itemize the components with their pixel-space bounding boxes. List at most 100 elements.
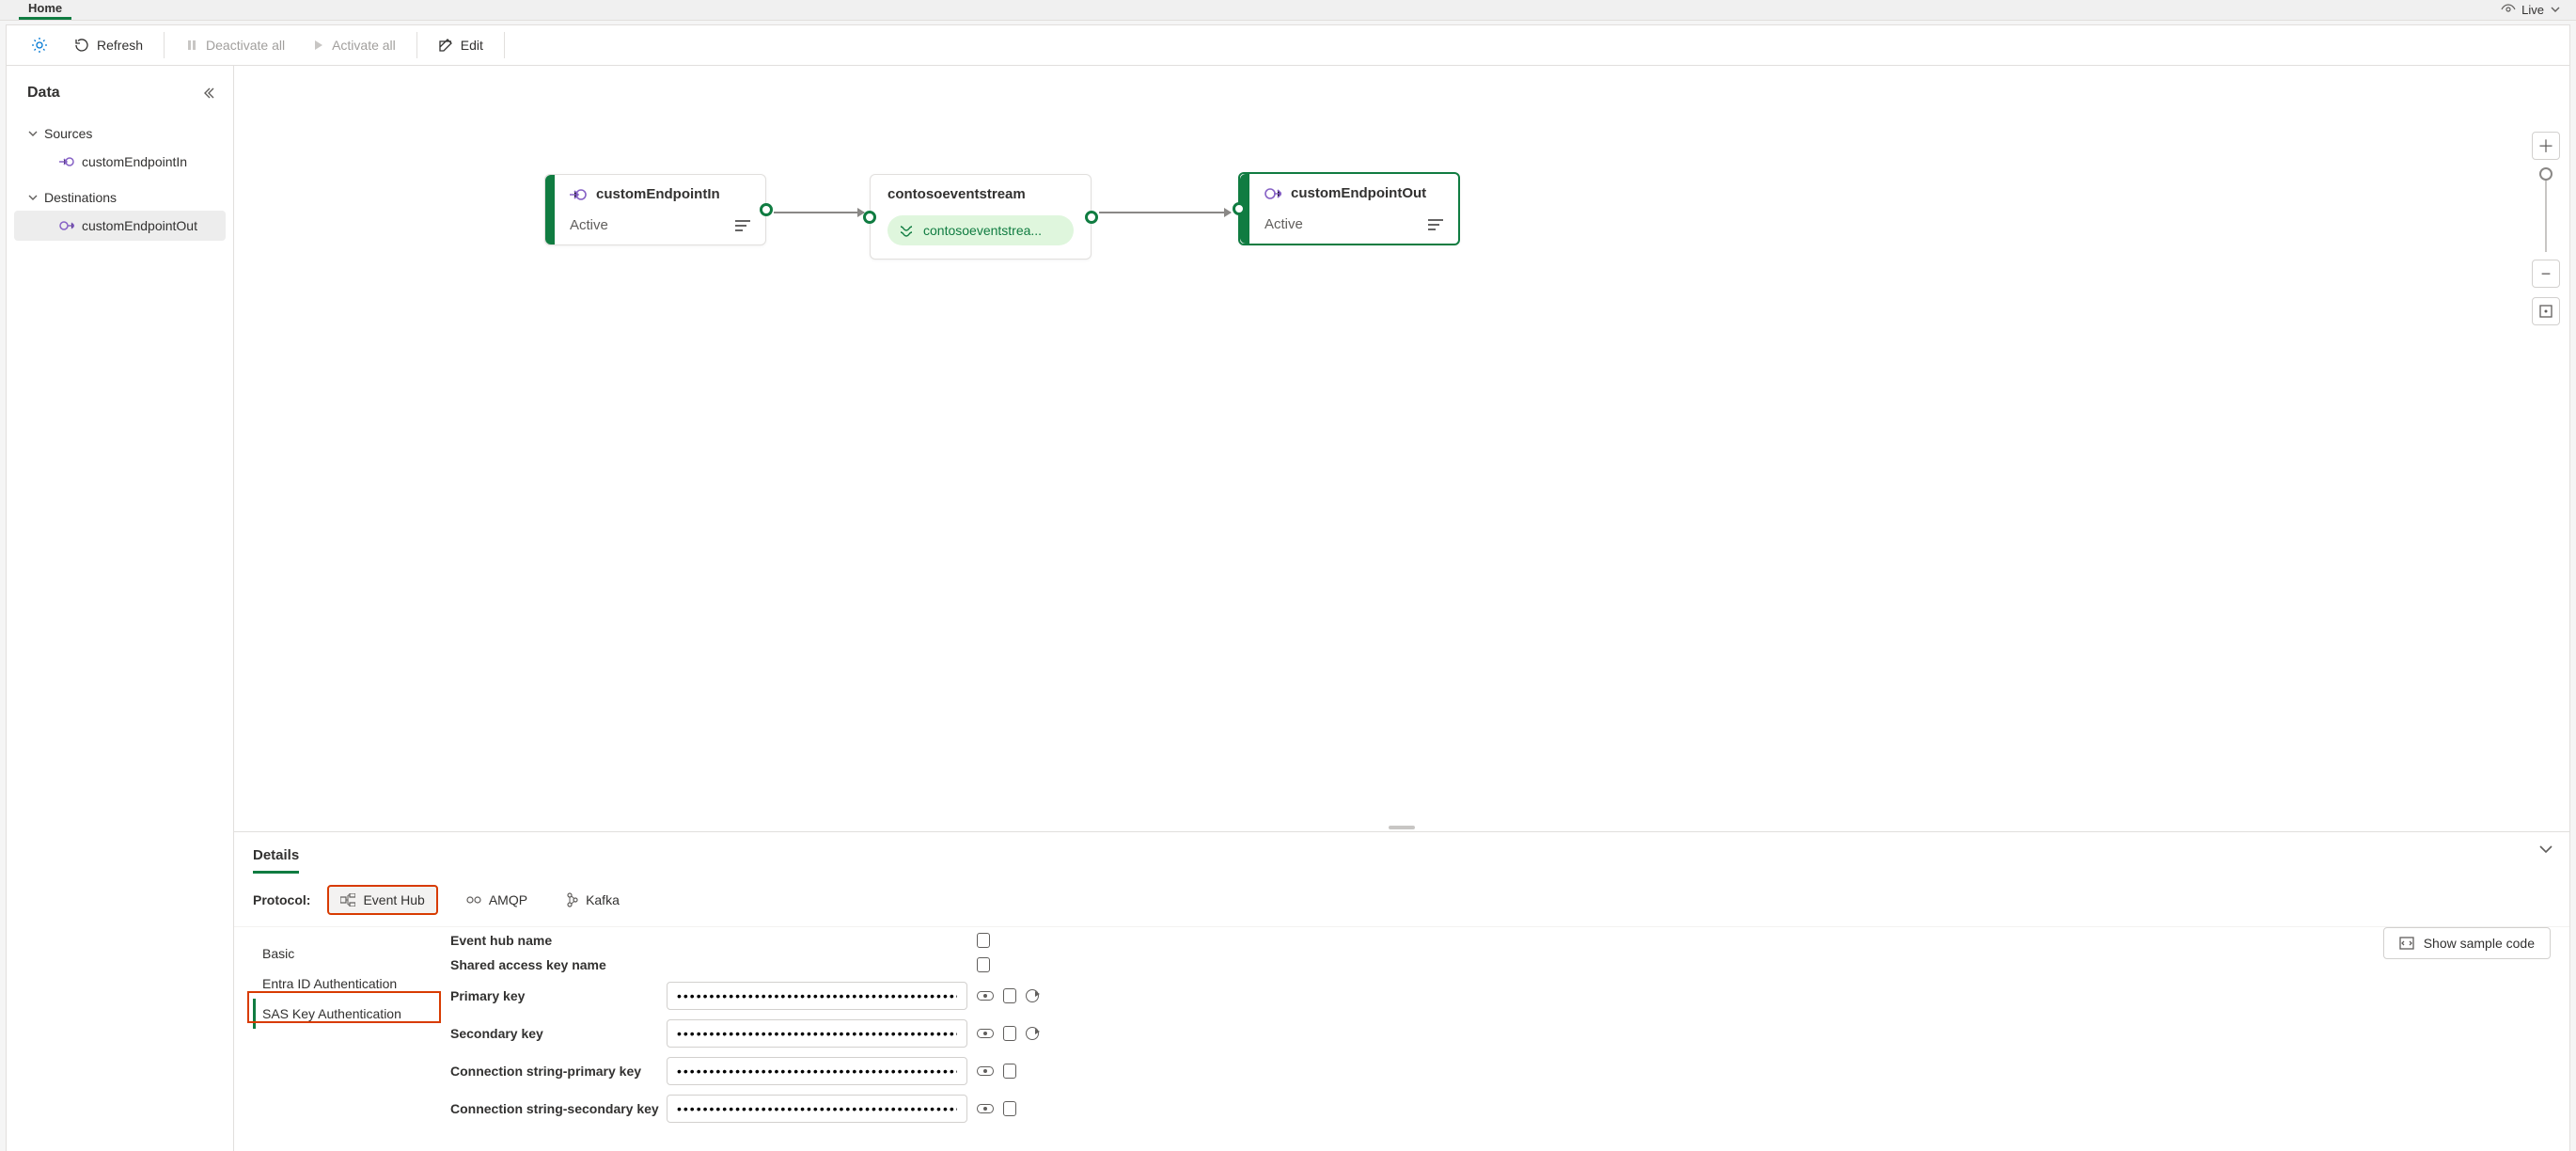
- sidebar-title: Data: [27, 85, 60, 102]
- refresh-button[interactable]: Refresh: [63, 32, 154, 58]
- regenerate-button[interactable]: [1026, 1027, 1039, 1040]
- play-icon: [311, 39, 324, 52]
- deactivate-all-button[interactable]: Deactivate all: [174, 32, 296, 58]
- show-sample-code-button[interactable]: Show sample code: [2383, 927, 2551, 959]
- menu-icon[interactable]: [735, 219, 750, 232]
- data-sidebar: Data Sources customEndpointIn Destinatio…: [7, 66, 234, 1151]
- endpoint-in-icon: [570, 188, 587, 201]
- slider-thumb[interactable]: [2539, 167, 2552, 181]
- separator: [504, 32, 505, 58]
- copy-button[interactable]: [977, 933, 990, 948]
- copy-button[interactable]: [977, 957, 990, 972]
- code-icon: [2399, 937, 2414, 950]
- separator: [164, 32, 165, 58]
- secondary-key-input[interactable]: [667, 1019, 967, 1048]
- deactivate-label: Deactivate all: [206, 38, 285, 53]
- settings-button[interactable]: [20, 31, 59, 59]
- protocol-amqp-label: AMQP: [489, 892, 527, 907]
- copy-button[interactable]: [1003, 1064, 1016, 1079]
- destinations-group[interactable]: Destinations: [7, 184, 233, 211]
- reveal-button[interactable]: [977, 1066, 994, 1076]
- label-conn-secondary: Connection string-secondary key: [450, 1101, 667, 1116]
- destinations-label: Destinations: [44, 190, 117, 205]
- input-port[interactable]: [1233, 202, 1246, 215]
- menu-icon[interactable]: [1428, 218, 1443, 231]
- conn-primary-input[interactable]: [667, 1057, 967, 1085]
- copy-icon: [1003, 1026, 1016, 1041]
- eventhub-icon: [340, 893, 355, 907]
- copy-button[interactable]: [1003, 1026, 1016, 1041]
- endpoint-out-icon: [1264, 187, 1281, 200]
- node-title: customEndpointOut: [1291, 185, 1426, 201]
- nav-sas[interactable]: SAS Key Authentication: [253, 999, 432, 1029]
- label-eventhub-name: Event hub name: [450, 933, 667, 948]
- show-sample-code-label: Show sample code: [2424, 936, 2535, 951]
- node-status: Active: [1264, 216, 1303, 232]
- copy-button[interactable]: [1003, 1101, 1016, 1116]
- amqp-icon: [466, 894, 481, 906]
- edit-icon: [438, 38, 453, 53]
- output-port[interactable]: [1085, 211, 1098, 224]
- node-customendpointin[interactable]: customEndpointIn Active: [544, 174, 766, 245]
- nav-basic[interactable]: Basic: [253, 938, 432, 969]
- protocol-amqp[interactable]: AMQP: [455, 887, 539, 913]
- eye-icon: [2501, 2, 2516, 17]
- copy-icon: [1003, 1101, 1016, 1116]
- protocol-kafka[interactable]: Kafka: [556, 887, 631, 913]
- reveal-button[interactable]: [977, 991, 994, 1001]
- kafka-icon: [567, 892, 578, 907]
- protocol-eventhub[interactable]: Event Hub: [327, 885, 437, 915]
- chevron-down-icon: [2550, 4, 2561, 15]
- node-status: Active: [570, 217, 608, 233]
- protocol-eventhub-label: Event Hub: [363, 892, 424, 907]
- live-toggle[interactable]: Live: [2497, 0, 2565, 19]
- node-title: customEndpointIn: [596, 186, 720, 202]
- chevron-down-icon: [27, 192, 39, 203]
- flow-canvas[interactable]: customEndpointIn Active contosoeventstre…: [234, 66, 2569, 824]
- eye-icon: [977, 1029, 994, 1038]
- pane-splitter[interactable]: [234, 824, 2569, 831]
- collapse-details-icon[interactable]: [2537, 840, 2554, 857]
- label-sak-name: Shared access key name: [450, 957, 667, 972]
- flow-connector: [774, 212, 864, 213]
- copy-button[interactable]: [1003, 988, 1016, 1003]
- zoom-in-button[interactable]: ＋: [2532, 132, 2560, 160]
- node-accent: [545, 175, 555, 244]
- protocol-kafka-label: Kafka: [586, 892, 620, 907]
- copy-icon: [977, 957, 990, 972]
- node-customendpointout[interactable]: customEndpointOut Active: [1238, 172, 1460, 245]
- tab-home[interactable]: Home: [19, 0, 71, 20]
- activate-label: Activate all: [332, 38, 396, 53]
- zoom-out-button[interactable]: −: [2532, 260, 2560, 288]
- refresh-icon: [1026, 1027, 1039, 1040]
- label-primary-key: Primary key: [450, 988, 667, 1003]
- tab-details[interactable]: Details: [253, 840, 299, 874]
- gear-icon: [31, 37, 48, 54]
- regenerate-button[interactable]: [1026, 989, 1039, 1002]
- collapse-sidebar-icon[interactable]: [201, 86, 216, 101]
- stream-icon: [901, 224, 916, 237]
- reveal-button[interactable]: [977, 1029, 994, 1038]
- node-contosoeventstream[interactable]: contosoeventstream contosoeventstrea...: [870, 174, 1092, 260]
- reveal-button[interactable]: [977, 1104, 994, 1113]
- copy-icon: [1003, 988, 1016, 1003]
- conn-secondary-input[interactable]: [667, 1095, 967, 1123]
- primary-key-input[interactable]: [667, 982, 967, 1010]
- copy-icon: [977, 933, 990, 948]
- live-label: Live: [2521, 3, 2544, 17]
- sources-group[interactable]: Sources: [7, 120, 233, 147]
- zoom-slider[interactable]: [2545, 167, 2547, 252]
- node-title: contosoeventstream: [887, 186, 1026, 202]
- activate-all-button[interactable]: Activate all: [300, 32, 407, 58]
- eye-icon: [977, 991, 994, 1001]
- pill-label: contosoeventstrea...: [923, 223, 1042, 238]
- fit-to-screen-button[interactable]: [2532, 297, 2560, 325]
- endpoint-out-icon: [59, 220, 74, 231]
- refresh-icon: [1026, 989, 1039, 1002]
- output-port[interactable]: [760, 203, 773, 216]
- sidebar-item-customendpointout[interactable]: customEndpointOut: [14, 211, 226, 241]
- nav-entra[interactable]: Entra ID Authentication: [253, 969, 432, 999]
- edit-button[interactable]: Edit: [427, 32, 495, 58]
- sidebar-item-customendpointin[interactable]: customEndpointIn: [7, 147, 233, 177]
- input-port[interactable]: [863, 211, 876, 224]
